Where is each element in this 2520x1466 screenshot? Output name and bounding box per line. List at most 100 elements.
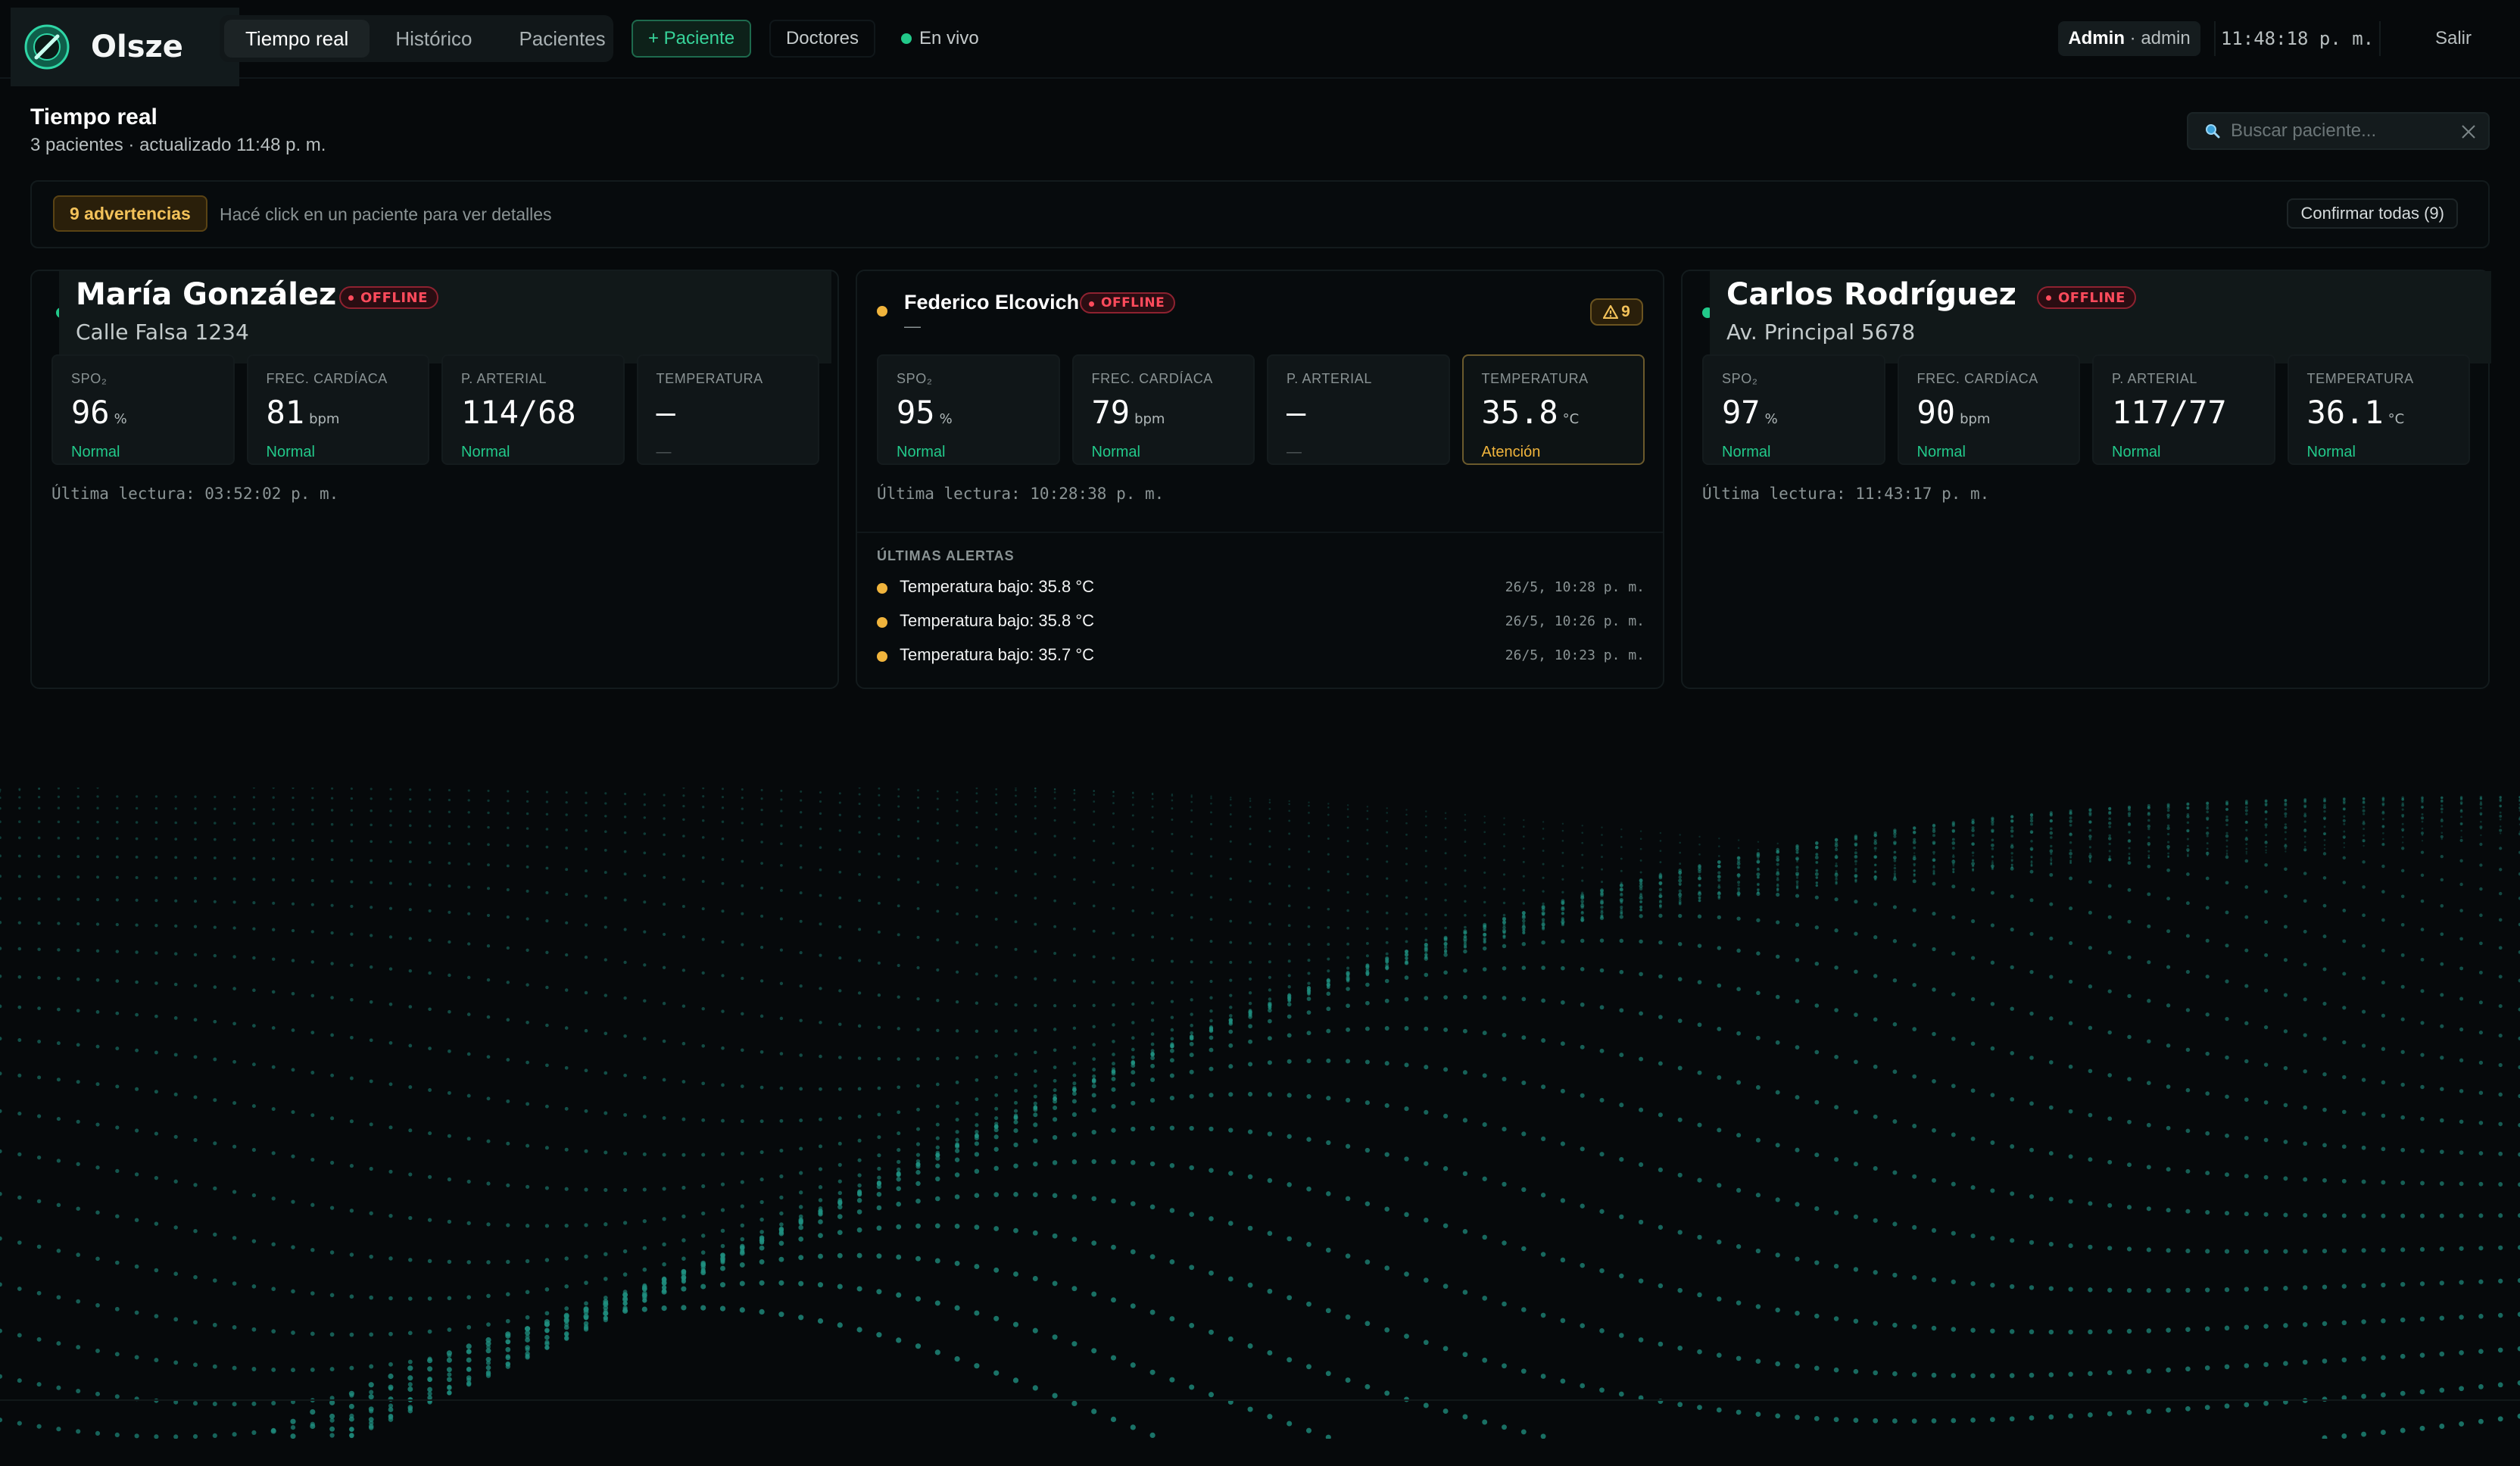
last-reading: Última lectura: 11:43:17 p. m. — [1702, 485, 1990, 503]
alert-hint: Hacé click en un paciente para ver detal… — [220, 204, 552, 224]
patient-address: Calle Falsa 1234 — [76, 320, 249, 345]
metric-status: Normal — [1917, 444, 1966, 460]
metric-value: 96 — [71, 394, 110, 431]
metric-label: FREC. CARDÍACA — [266, 371, 388, 386]
metric-value: 90 — [1917, 394, 1956, 431]
tab-historico[interactable]: Histórico — [374, 20, 493, 58]
patient-address: — — [904, 317, 921, 335]
offline-badge: OFFLINE — [339, 286, 438, 309]
alert-dot-icon — [877, 583, 887, 594]
logo-icon — [24, 24, 70, 70]
confirm-all-button[interactable]: Confirmar todas (9) — [2287, 198, 2458, 229]
metric-status: Normal — [1722, 444, 1771, 460]
alert-time: 26/5, 10:28 p. m. — [1505, 579, 1645, 595]
alert-dot-icon — [877, 617, 887, 628]
warning-icon — [1603, 305, 1619, 319]
live-indicator: En vivo — [901, 20, 979, 58]
clock: 11:48:18 p. m. — [2214, 21, 2381, 56]
brand[interactable]: Olsze — [11, 8, 239, 86]
metric-value: 114/68 — [461, 394, 576, 431]
metric-status: Atención — [1481, 444, 1541, 460]
metric-status: Normal — [897, 444, 946, 460]
metric-unit: % — [1764, 411, 1778, 427]
patient-card[interactable]: María González OFFLINE Calle Falsa 1234 … — [30, 270, 839, 689]
metric-value: 117/77 — [2112, 394, 2227, 431]
metrics-row: SPO₂ 97% Normal FREC. CARDÍACA 90 bpm Nor… — [1702, 354, 2470, 465]
alert-item[interactable]: Temperatura bajo: 35.8 °C 26/5, 10:26 p.… — [877, 607, 1645, 637]
live-label: En vivo — [919, 28, 979, 48]
metric-label: TEMPERATURA — [1481, 371, 1589, 386]
patient-address: Av. Principal 5678 — [1726, 320, 1916, 345]
patient-card[interactable]: Federico Elcovich OFFLINE — 9 SPO₂ 95% N… — [856, 270, 1664, 689]
metric-blood-pressure: P. ARTERIAL 114/68 Normal — [441, 354, 625, 465]
warnings-count-badge[interactable]: 9 advertencias — [53, 195, 207, 232]
metric-status: — — [656, 444, 672, 460]
metrics-row: SPO₂ 95% Normal FREC. CARDÍACA 79 bpm Nor… — [877, 354, 1645, 465]
tab-pacientes[interactable]: Pacientes — [497, 20, 626, 58]
metric-status: Normal — [266, 444, 315, 460]
patient-card[interactable]: Carlos Rodríguez OFFLINE Av. Principal 5… — [1681, 270, 2491, 689]
patient-header: María González OFFLINE Calle Falsa 1234 — [59, 271, 831, 363]
page-subtitle: 3 pacientes · actualizado 11:48 p. m. — [30, 135, 326, 155]
page-title: Tiempo real — [30, 104, 158, 129]
close-icon[interactable] — [2459, 123, 2478, 141]
metric-heart-rate: FREC. CARDÍACA 79 bpm Normal — [1071, 354, 1255, 465]
last-reading: Última lectura: 10:28:38 p. m. — [877, 485, 1165, 503]
status-dot-icon — [877, 306, 887, 317]
metric-value: 95 — [897, 394, 935, 431]
metric-spo2: SPO₂ 95% Normal — [877, 354, 1060, 465]
wave-background — [0, 788, 2520, 1439]
user-chip[interactable]: Admin · admin — [2058, 21, 2200, 56]
doctors-button[interactable]: Doctores — [769, 20, 875, 58]
metric-unit: bpm — [1960, 411, 1991, 427]
alert-item[interactable]: Temperatura bajo: 35.8 °C 26/5, 10:28 p.… — [877, 572, 1645, 603]
offline-badge: OFFLINE — [2037, 286, 2136, 309]
metric-unit: % — [939, 411, 953, 427]
metric-value: 81 — [266, 394, 305, 431]
live-dot-icon — [901, 33, 912, 44]
metric-label: TEMPERATURA — [656, 371, 763, 386]
metric-unit: °C — [2387, 411, 2405, 427]
metric-value: 79 — [1091, 394, 1131, 431]
alert-time: 26/5, 10:26 p. m. — [1505, 613, 1645, 629]
top-bar: Olsze Tiempo real Histórico Pacientes + … — [0, 0, 2520, 86]
metric-unit: bpm — [309, 411, 340, 427]
metric-status: Normal — [1091, 444, 1140, 460]
warnings-count: 9 — [1621, 303, 1630, 320]
metric-unit: °C — [1562, 411, 1580, 427]
patient-name: María González — [76, 277, 337, 312]
metric-label: FREC. CARDÍACA — [1091, 371, 1213, 386]
metric-spo2: SPO₂ 96% Normal — [51, 354, 235, 465]
alert-time: 26/5, 10:23 p. m. — [1505, 647, 1645, 663]
user-name: · admin — [2129, 28, 2191, 48]
metric-label: TEMPERATURA — [2306, 371, 2414, 386]
warnings-badge[interactable]: 9 — [1590, 298, 1643, 326]
metric-blood-pressure: P. ARTERIAL 117/77 Normal — [2092, 354, 2275, 465]
patient-header: Carlos Rodríguez OFFLINE Av. Principal 5… — [1710, 271, 2491, 363]
last-reading: Última lectura: 03:52:02 p. m. — [51, 485, 339, 503]
metric-temperature: TEMPERATURA 35.8 °C Atención — [1461, 354, 1645, 465]
metric-blood-pressure: P. ARTERIAL — — — [1267, 354, 1450, 465]
metric-label: P. ARTERIAL — [2112, 371, 2197, 386]
metric-temperature: TEMPERATURA 36.1 °C Normal — [2287, 354, 2470, 465]
metric-status: Normal — [2112, 444, 2161, 460]
patient-name: Federico Elcovich — [904, 291, 1080, 313]
offline-badge: OFFLINE — [1080, 292, 1176, 313]
metric-label: SPO₂ — [897, 371, 933, 386]
divider — [857, 532, 1663, 533]
metric-value: 36.1 — [2306, 394, 2384, 431]
metric-value: 97 — [1722, 394, 1761, 431]
metric-heart-rate: FREC. CARDÍACA 90 bpm Normal — [1897, 354, 2080, 465]
metric-label: SPO₂ — [1722, 371, 1758, 386]
alert-item[interactable]: Temperatura bajo: 35.7 °C 26/5, 10:23 p.… — [877, 641, 1645, 671]
metric-label: FREC. CARDÍACA — [1917, 371, 2038, 386]
metric-label: P. ARTERIAL — [1287, 371, 1372, 386]
search-box — [2187, 112, 2490, 150]
logout-button[interactable]: Salir — [2408, 21, 2499, 56]
add-patient-button[interactable]: + Paciente — [632, 20, 751, 58]
search-input[interactable] — [2231, 120, 2458, 142]
metric-unit: bpm — [1134, 411, 1165, 427]
tab-tiempo-real[interactable]: Tiempo real — [224, 20, 370, 58]
user-role: Admin — [2068, 28, 2125, 48]
metric-temperature: TEMPERATURA — — — [636, 354, 819, 465]
